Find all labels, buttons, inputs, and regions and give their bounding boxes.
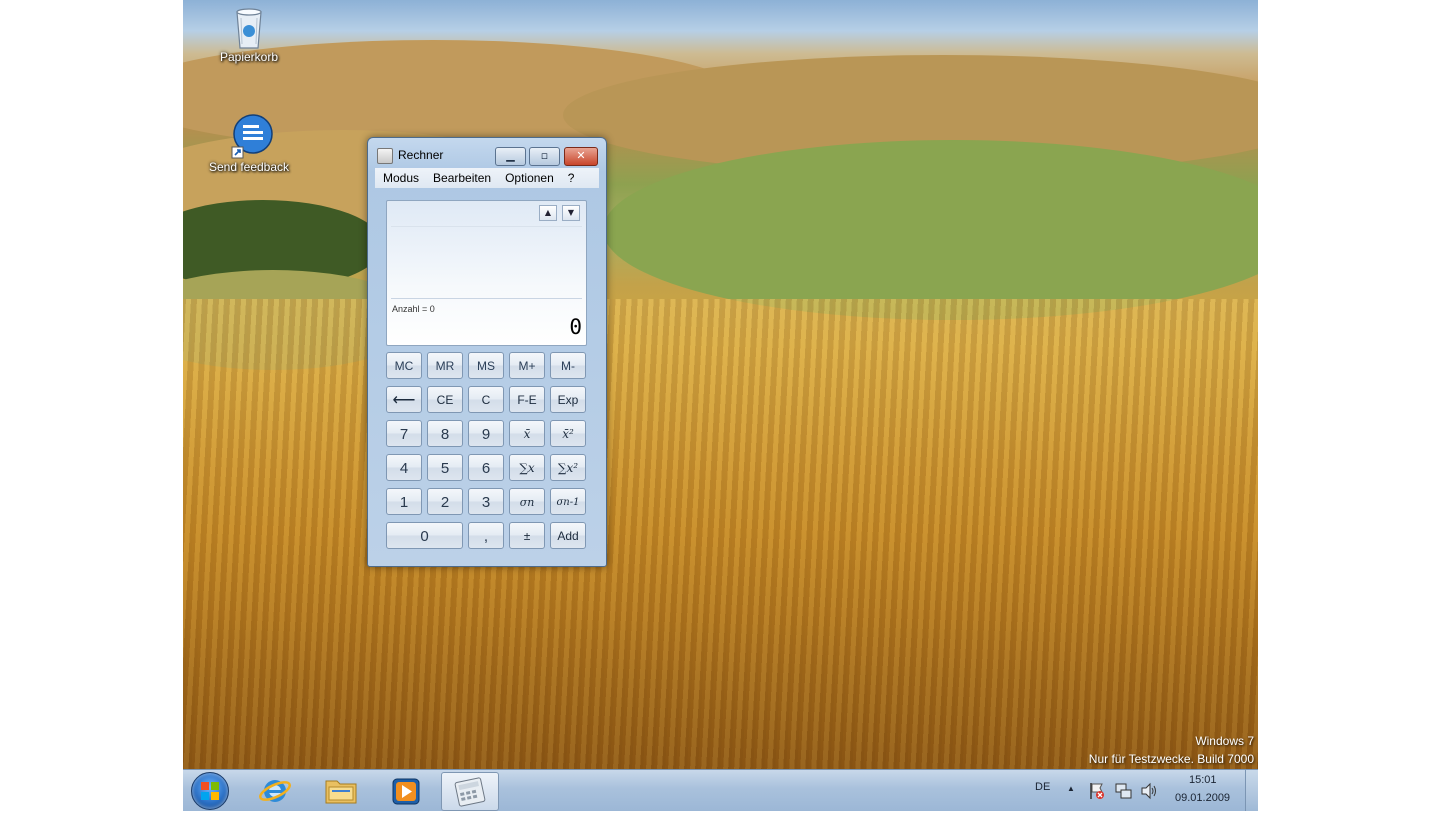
key-0[interactable]: 0 (386, 522, 463, 549)
history-down-button[interactable]: ▼ (562, 205, 580, 221)
maximize-button[interactable]: ▫ (529, 147, 560, 166)
start-button[interactable] (191, 772, 229, 810)
key-sum-x[interactable]: ∑x (509, 454, 545, 481)
minimize-icon: ▁ (506, 149, 515, 162)
title-bar[interactable]: Rechner ▁ ▫ ✕ (368, 138, 606, 168)
key-ms[interactable]: MS (468, 352, 504, 379)
display-divider (391, 298, 582, 299)
key-sigma-n[interactable]: σn (509, 488, 545, 515)
menu-help[interactable]: ? (568, 168, 575, 188)
show-hidden-icons-button[interactable]: ▲ (1067, 784, 1075, 793)
background-hill (603, 140, 1258, 320)
wheat-field (183, 299, 1258, 769)
history-up-button[interactable]: ▲ (539, 205, 557, 221)
display-value: 0 (569, 315, 582, 339)
key-9[interactable]: 9 (468, 420, 504, 447)
close-button[interactable]: ✕ (564, 147, 598, 166)
key-c[interactable]: C (468, 386, 504, 413)
key-2[interactable]: 2 (427, 488, 463, 515)
key-exp[interactable]: Exp (550, 386, 586, 413)
taskbar: DE ▲ 15:01 09.01.2009 (183, 769, 1258, 811)
folder-icon (325, 780, 357, 804)
calculator-app-icon (377, 148, 393, 164)
key-add[interactable]: Add (550, 522, 586, 549)
key-3[interactable]: 3 (468, 488, 504, 515)
windows-flag-icon (201, 782, 219, 800)
menu-bar: Modus Bearbeiten Optionen ? (375, 168, 599, 188)
key-mean-square[interactable]: x̄² (550, 420, 586, 447)
recycle-bin-shortcut[interactable]: Papierkorb (204, 4, 294, 64)
key-sum-x-squared[interactable]: ∑x² (550, 454, 586, 481)
calculator-display: ▲ ▼ Anzahl = 0 0 (386, 200, 587, 346)
action-center-flag-icon[interactable] (1089, 782, 1105, 800)
media-player-icon (392, 778, 420, 805)
key-1[interactable]: 1 (386, 488, 422, 515)
key-decimal[interactable]: , (468, 522, 504, 549)
recycle-bin-icon (229, 4, 269, 49)
language-indicator[interactable]: DE (1035, 781, 1050, 793)
send-feedback-shortcut[interactable]: Send feedback (204, 114, 294, 174)
key-7[interactable]: 7 (386, 420, 422, 447)
feedback-icon (229, 114, 273, 159)
calculator-icon (454, 777, 486, 807)
key-mean[interactable]: x̄ (509, 420, 545, 447)
desktop: Papierkorb Send feedback Windows 7 Nur f… (183, 0, 1258, 769)
internet-explorer-icon (259, 780, 291, 802)
menu-optionen[interactable]: Optionen (505, 168, 554, 188)
build-watermark-line2: Nur für Testzwecke. Build 7000 (1088, 752, 1254, 766)
calculator-window[interactable]: Rechner ▁ ▫ ✕ Modus Bearbeiten Optionen … (367, 137, 607, 567)
taskbar-windows-explorer[interactable] (313, 772, 369, 809)
key-4[interactable]: 4 (386, 454, 422, 481)
key-m-plus[interactable]: M+ (509, 352, 545, 379)
menu-modus[interactable]: Modus (383, 168, 419, 188)
network-icon[interactable] (1115, 782, 1133, 800)
key-backspace[interactable]: ⟵ (386, 386, 422, 413)
recycle-bin-label: Papierkorb (219, 50, 279, 64)
send-feedback-label: Send feedback (208, 160, 290, 174)
build-watermark-line1: Windows 7 (1195, 734, 1254, 748)
taskbar-calculator[interactable] (441, 772, 499, 811)
minimize-button[interactable]: ▁ (495, 147, 526, 166)
menu-bearbeiten[interactable]: Bearbeiten (433, 168, 491, 188)
count-label: Anzahl = 0 (392, 304, 435, 314)
display-divider (391, 226, 582, 227)
key-m-minus[interactable]: M- (550, 352, 586, 379)
key-plus-minus[interactable]: ± (509, 522, 545, 549)
key-6[interactable]: 6 (468, 454, 504, 481)
close-icon: ✕ (576, 149, 586, 162)
volume-icon[interactable] (1140, 782, 1158, 800)
key-mr[interactable]: MR (427, 352, 463, 379)
window-title: Rechner (398, 148, 444, 162)
key-5[interactable]: 5 (427, 454, 463, 481)
key-sigma-n-1[interactable]: σn-1 (550, 488, 586, 515)
clock-date[interactable]: 09.01.2009 (1175, 792, 1230, 804)
maximize-icon: ▫ (540, 149, 549, 162)
key-mc[interactable]: MC (386, 352, 422, 379)
taskbar-internet-explorer[interactable] (247, 772, 303, 809)
key-ce[interactable]: CE (427, 386, 463, 413)
clock-time[interactable]: 15:01 (1189, 774, 1217, 786)
key-8[interactable]: 8 (427, 420, 463, 447)
show-desktop-button[interactable] (1245, 770, 1258, 811)
key-f-e[interactable]: F-E (509, 386, 545, 413)
taskbar-media-player[interactable] (378, 772, 434, 809)
